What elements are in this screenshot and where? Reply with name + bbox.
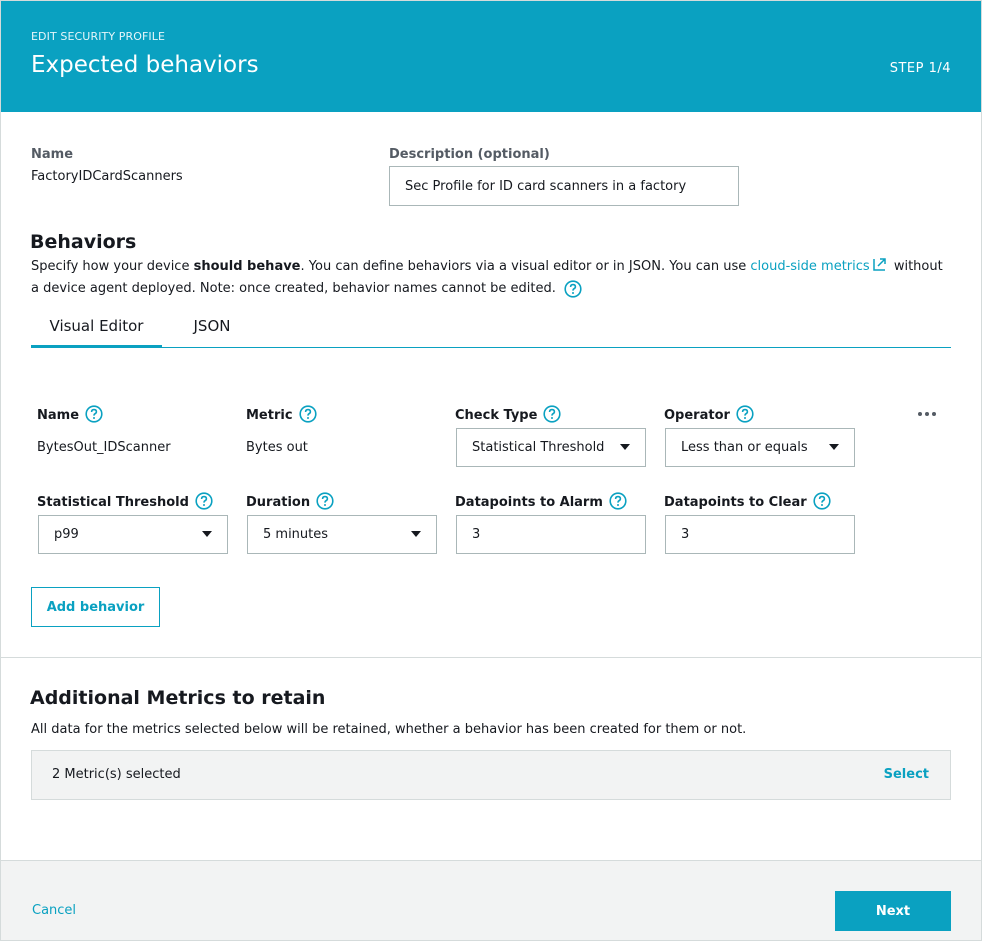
- cloud-side-metrics-link[interactable]: cloud-side metrics: [750, 259, 869, 274]
- datapoints-clear-label-text: Datapoints to Clear: [664, 495, 807, 510]
- behaviors-heading: Behaviors: [30, 231, 137, 253]
- check-type-label-text: Check Type: [455, 408, 538, 423]
- operator-label: Operator: [664, 404, 754, 423]
- step-indicator: STEP 1/4: [889, 61, 951, 76]
- operator-label-text: Operator: [664, 408, 730, 423]
- help-icon[interactable]: [609, 491, 627, 510]
- editor-tabs: Visual Editor JSON: [31, 307, 951, 348]
- datapoints-clear-label: Datapoints to Clear: [664, 491, 831, 510]
- help-icon[interactable]: [813, 491, 831, 510]
- behaviors-desc-text-2: . You can define behaviors via a visual …: [300, 259, 751, 274]
- help-icon[interactable]: [85, 404, 103, 423]
- tab-json[interactable]: JSON: [162, 307, 262, 347]
- help-icon[interactable]: [543, 404, 562, 423]
- metric-value: Bytes out: [246, 440, 308, 455]
- behaviors-desc-text-1: Specify how your device: [31, 259, 194, 274]
- metrics-selection-box: 2 Metric(s) selected Select: [31, 750, 951, 800]
- page-header: EDIT SECURITY PROFILE Expected behaviors…: [1, 1, 981, 112]
- help-icon[interactable]: [736, 404, 754, 423]
- caret-down-icon: [620, 444, 630, 450]
- select-metrics-link[interactable]: Select: [884, 767, 929, 782]
- external-link-icon: [872, 258, 886, 271]
- check-type-selected: Statistical Threshold: [472, 440, 605, 455]
- profile-name-value: FactoryIDCardScanners: [31, 169, 183, 184]
- check-type-select[interactable]: Statistical Threshold: [456, 428, 646, 467]
- duration-label-text: Duration: [246, 495, 311, 510]
- stat-threshold-label-text: Statistical Threshold: [37, 495, 189, 510]
- help-icon[interactable]: [564, 279, 582, 298]
- operator-selected: Less than or equals: [681, 440, 808, 455]
- behaviors-desc-bold: should behave: [193, 259, 301, 274]
- help-icon[interactable]: [298, 404, 317, 423]
- datapoints-alarm-input[interactable]: [456, 515, 646, 554]
- page-title: Expected behaviors: [31, 52, 259, 78]
- help-icon[interactable]: [316, 491, 334, 510]
- more-options-icon[interactable]: [917, 406, 937, 422]
- datapoints-alarm-label: Datapoints to Alarm: [455, 491, 627, 510]
- operator-select[interactable]: Less than or equals: [665, 428, 855, 467]
- stat-threshold-label: Statistical Threshold: [37, 491, 213, 510]
- description-input[interactable]: [389, 166, 739, 206]
- stat-threshold-select[interactable]: p99: [38, 515, 228, 554]
- behavior-name-label-text: Name: [37, 408, 80, 423]
- caret-down-icon: [202, 531, 212, 537]
- description-label: Description (optional): [389, 147, 550, 162]
- behaviors-description: Specify how your device should behave. Y…: [31, 256, 951, 300]
- datapoints-clear-input[interactable]: [665, 515, 855, 554]
- metric-label: Metric: [246, 404, 317, 423]
- duration-selected: 5 minutes: [263, 527, 329, 542]
- cancel-link[interactable]: Cancel: [32, 903, 76, 918]
- stat-threshold-selected: p99: [54, 527, 79, 542]
- datapoints-alarm-label-text: Datapoints to Alarm: [455, 495, 603, 510]
- metrics-selected-count: 2 Metric(s) selected: [52, 767, 181, 782]
- caret-down-icon: [411, 531, 421, 537]
- header-eyebrow: EDIT SECURITY PROFILE: [31, 30, 166, 43]
- metrics-description: All data for the metrics selected below …: [31, 722, 747, 737]
- behavior-name-value: BytesOut_IDScanner: [37, 440, 171, 455]
- next-button[interactable]: Next: [835, 891, 951, 931]
- section-divider: [1, 657, 981, 658]
- profile-name-label: Name: [31, 147, 74, 162]
- add-behavior-button[interactable]: Add behavior: [31, 587, 160, 627]
- page-footer: Cancel Next: [1, 860, 981, 940]
- check-type-label: Check Type: [455, 404, 562, 423]
- metric-label-text: Metric: [246, 408, 293, 423]
- help-icon[interactable]: [195, 491, 213, 510]
- caret-down-icon: [829, 444, 839, 450]
- duration-select[interactable]: 5 minutes: [247, 515, 437, 554]
- duration-label: Duration: [246, 491, 334, 510]
- metrics-heading: Additional Metrics to retain: [30, 687, 326, 709]
- behavior-name-label: Name: [37, 404, 103, 423]
- tab-visual-editor[interactable]: Visual Editor: [31, 307, 162, 348]
